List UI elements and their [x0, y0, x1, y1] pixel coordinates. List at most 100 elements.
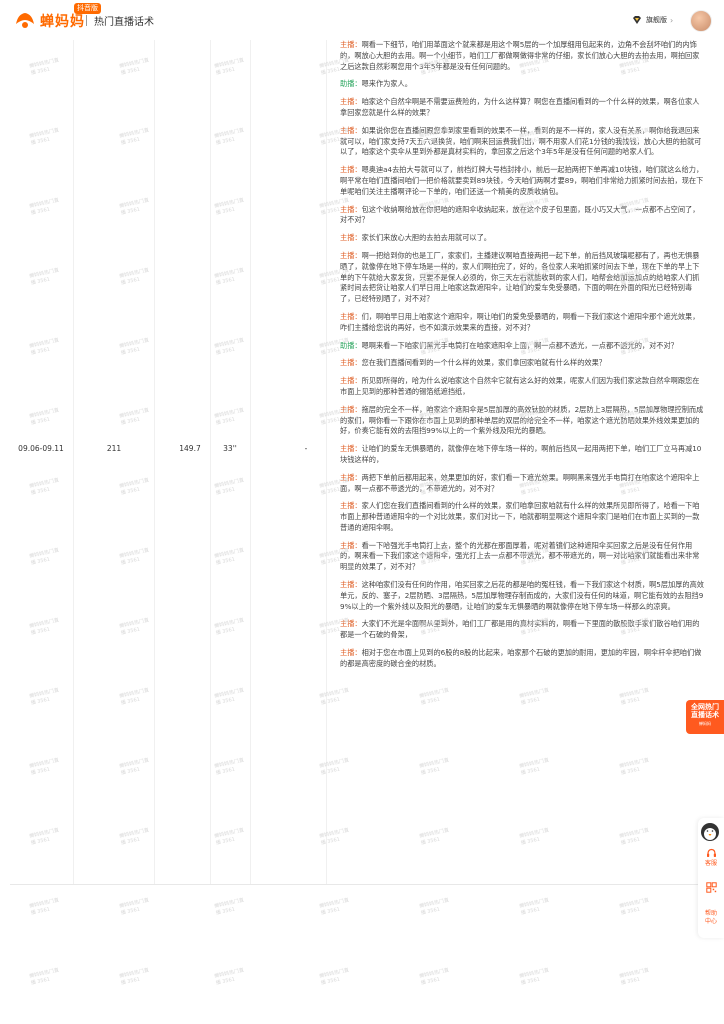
speaker-label: 主播：: [340, 444, 362, 454]
script-line: 主播：嗯奥迪a4去拍大号就可以了，前档灯牌大号档封排小，前后一起拍两把下单再减1…: [340, 165, 704, 197]
headset-icon: [706, 848, 716, 857]
column-divider: [73, 40, 74, 884]
promo-banner[interactable]: 全网热门直播话术 蝉妈妈: [686, 700, 724, 734]
script-line: 助播：嗯啊来看一下咱家们黑光手电筒打在咱家遮阳伞上面，啊一点都不透光，一点都不透…: [340, 341, 704, 352]
script-text: 咱家这个自然伞啊是不需要运费险的，为什么这样算？啊您在直播间看到的一个什么样的效…: [340, 97, 700, 117]
watermark-text: 蝉妈妈热门直播 3561: [318, 897, 350, 917]
top-header: 蝉妈妈 抖音版 热门直播话术 旗舰版 ›: [0, 0, 724, 40]
avatar[interactable]: [690, 10, 712, 32]
speaker-label: 主播：: [340, 204, 362, 214]
speaker-label: 主播：: [340, 358, 362, 368]
script-content: 主播：啊看一下细节，咱们用革面这个就来都是用这个啊5层的一个加厚细用包起来的，边…: [340, 40, 704, 677]
script-line: 主播：所见即所得的，哈为什么说咱家这个自然伞它就有这么好的效果，呢家人们因为我们…: [340, 376, 704, 398]
qr-code-button[interactable]: [698, 882, 724, 894]
column-divider: [326, 40, 327, 884]
script-text: 让咱们的爱车无惧暴晒的，就像停在地下停车场一样的，啊前后挡风一起用两把下单，咱们…: [340, 444, 702, 464]
watermark-text: 蝉妈妈热门直播 3561: [28, 897, 60, 917]
speaker-label: 主播：: [340, 540, 362, 550]
script-text: 嗯奥迪a4去拍大号就可以了，前档灯牌大号档封排小，前后一起拍两把下单再减10块钱…: [340, 165, 704, 196]
qr-code-icon: [705, 882, 717, 893]
script-line: 主播：们，啊咱早日用上咱家这个遮阳伞，啊让咱们的爱免受暴晒的，啊看一下我们家这个…: [340, 312, 704, 334]
watermark-text: 蝉妈妈热门直播 3561: [213, 897, 245, 917]
row-divider: [10, 884, 724, 885]
header-divider: [86, 15, 87, 26]
speaker-label: 主播：: [340, 311, 362, 321]
speaker-label: 主播：: [340, 376, 362, 386]
watermark-text: 蝉妈妈热门直播 3561: [518, 967, 550, 987]
speaker-label: 主播：: [340, 125, 362, 135]
diamond-icon: [633, 16, 641, 24]
script-text: 看一下哈强光手电筒打上去，整个的光都在那面厚着，呢对着镜们这种遮阳伞买回家之后是…: [340, 540, 700, 572]
promo-title: 全网热门直播话术: [691, 703, 719, 719]
account-level-label: 旗舰版: [646, 16, 667, 24]
speaker-label: 助播：: [340, 340, 362, 350]
watermark-text: 蝉妈妈热门直播 3561: [213, 967, 245, 987]
script-line: 主播：让咱们的爱车无惧暴晒的，就像停在地下停车场一样的，啊前后挡风一起用两把下单…: [340, 444, 704, 466]
customer-service-button[interactable]: 客服: [698, 848, 724, 868]
script-text: 如果说你您在直播间跟您拿到家里看到的效果不一样，看到的是不一样的，家人没有关系，…: [340, 125, 702, 157]
cell-empty: -: [304, 444, 308, 453]
speaker-label: 主播：: [340, 233, 362, 243]
script-line: 主播：两把下单前后都用起来，效果更加的好，家们看一下遮光效果。啊啊黑来强光手电筒…: [340, 473, 704, 495]
script-text: 大家们不光是伞面啊从里到外，咱们工厂都是用的真材实料的，啊看一下里面的散股散手家…: [340, 619, 700, 640]
speaker-label: 主播：: [340, 165, 362, 175]
script-line: 主播：相对于您在市面上见到的6股的8股的比起来，咱家那个石破的更加的耐用，更加的…: [340, 648, 704, 670]
script-line: 助播：嗯来作为家人。: [340, 79, 704, 90]
cell-count: 211: [106, 444, 122, 453]
script-table: 09.06-09.11 211 149.7 33'' - 主播：啊看一下细节，咱…: [0, 40, 724, 885]
script-line: 主播：啊一把给到你的也是工厂，家家们，主播建议啊咱直接两把一起下单，前后挡风玻璃…: [340, 251, 704, 305]
script-text: 所见即所得的，哈为什么说咱家这个自然伞它就有这么好的效果，呢家人们因为我们家这款…: [340, 376, 700, 396]
script-text: 两把下单前后都用起来，效果更加的好，家们看一下遮光效果。啊啊黑来强光手电筒打在咱…: [340, 472, 700, 493]
watermark-text: 蝉妈妈热门直播 3561: [518, 897, 550, 917]
speaker-label: 主播：: [340, 472, 362, 482]
mascot-icon[interactable]: [699, 820, 721, 842]
speaker-label: 主播：: [340, 404, 362, 414]
script-text: 这种咱家们没有任何的作用，咱买回家之后花的都是咱的冤枉钱，看一下我们家这个材质，…: [340, 580, 704, 611]
script-line: 主播：如果说你您在直播间跟您拿到家里看到的效果不一样，看到的是不一样的，家人没有…: [340, 126, 704, 158]
page-title: 热门直播话术: [94, 17, 154, 28]
script-text: 您在我们直播间看到的一个什么样的效果，家们拿回家咱就有什么样的效果？: [361, 358, 606, 368]
script-line: 主播：啊看一下细节，咱们用革面这个就来都是用这个啊5层的一个加厚细用包起来的，边…: [340, 40, 704, 72]
brand-name[interactable]: 蝉妈妈: [40, 11, 85, 31]
speaker-label: 主播：: [340, 580, 362, 590]
help-center-label: 帮助中心: [704, 910, 717, 925]
cell-date-range: 09.06-09.11: [18, 444, 64, 453]
script-text: 们，啊咱早日用上咱家这个遮阳伞，啊让咱们的爱免受暴晒的，啊看一下我们家这个遮阳伞…: [340, 311, 700, 332]
speaker-label: 主播：: [340, 619, 362, 629]
script-text: 嗯啊来看一下咱家们黑光手电筒打在咱家遮阳伞上面，啊一点都不透光，一点都不透光的，…: [361, 340, 678, 350]
script-text: 家人们您在我们直播间看到的什么样的效果，家们咱拿回家咱就有什么样的效果所见即所得…: [340, 501, 700, 532]
script-text: 嗯来作为家人。: [361, 79, 412, 89]
watermark-text: 蝉妈妈热门直播 3561: [418, 897, 450, 917]
script-text: 包这个收纳啊给放在你把咱的遮阳伞收纳起来，放在这个皮子包里面，既小巧又大气，一点…: [340, 204, 700, 225]
cell-duration: 33'': [223, 444, 237, 453]
watermark-text: 蝉妈妈热门直播 3561: [28, 967, 60, 987]
column-divider: [210, 40, 211, 884]
customer-service-label: 客服: [704, 860, 717, 867]
account-level[interactable]: 旗舰版 ›: [632, 13, 673, 27]
script-line: 主播：包这个收纳啊给放在你把咱的遮阳伞收纳起来，放在这个皮子包里面，既小巧又大气…: [340, 205, 704, 227]
column-divider: [250, 40, 251, 884]
script-text: 拖层的完全不一样，咱家这个遮阳伞是5层加厚的高效钛胶的材质，2层防上3层隔热，5…: [340, 404, 704, 436]
speaker-label: 主播：: [340, 501, 362, 511]
help-center-button[interactable]: 帮助中心: [698, 910, 724, 926]
watermark-text: 蝉妈妈热门直播 3561: [118, 967, 150, 987]
script-line: 主播：看一下哈强光手电筒打上去，整个的光都在那面厚着，呢对着镜们这种遮阳伞买回家…: [340, 541, 704, 573]
watermark-text: 蝉妈妈热门直播 3561: [318, 967, 350, 987]
watermark-text: 蝉妈妈热门直播 3561: [118, 897, 150, 917]
script-text: 家长们来放心大胆的去拍去用就可以了。: [361, 233, 491, 243]
script-line: 主播：大家们不光是伞面啊从里到外，咱们工厂都是用的真材实料的，啊看一下里面的散股…: [340, 619, 704, 641]
speaker-label: 主播：: [340, 40, 362, 49]
brand-logo-icon[interactable]: [14, 10, 36, 30]
speaker-label: 助播：: [340, 79, 362, 89]
script-line: 主播：家长们来放心大胆的去拍去用就可以了。: [340, 233, 704, 244]
promo-subtitle: 蝉妈妈: [699, 721, 711, 726]
watermark-text: 蝉妈妈热门直播 3561: [618, 967, 650, 987]
script-line: 主播：您在我们直播间看到的一个什么样的效果，家们拿回家咱就有什么样的效果？: [340, 358, 704, 369]
column-divider: [154, 40, 155, 884]
speaker-label: 主播：: [340, 648, 362, 658]
script-line: 主播：这种咱家们没有任何的作用，咱买回家之后花的都是咱的冤枉钱，看一下我们家这个…: [340, 580, 704, 612]
watermark-text: 蝉妈妈热门直播 3561: [418, 967, 450, 987]
script-line: 主播：咱家这个自然伞啊是不需要运费险的，为什么这样算？啊您在直播间看到的一个什么…: [340, 97, 704, 119]
speaker-label: 主播：: [340, 250, 362, 260]
watermark-text: 蝉妈妈热门直播 3561: [618, 897, 650, 917]
